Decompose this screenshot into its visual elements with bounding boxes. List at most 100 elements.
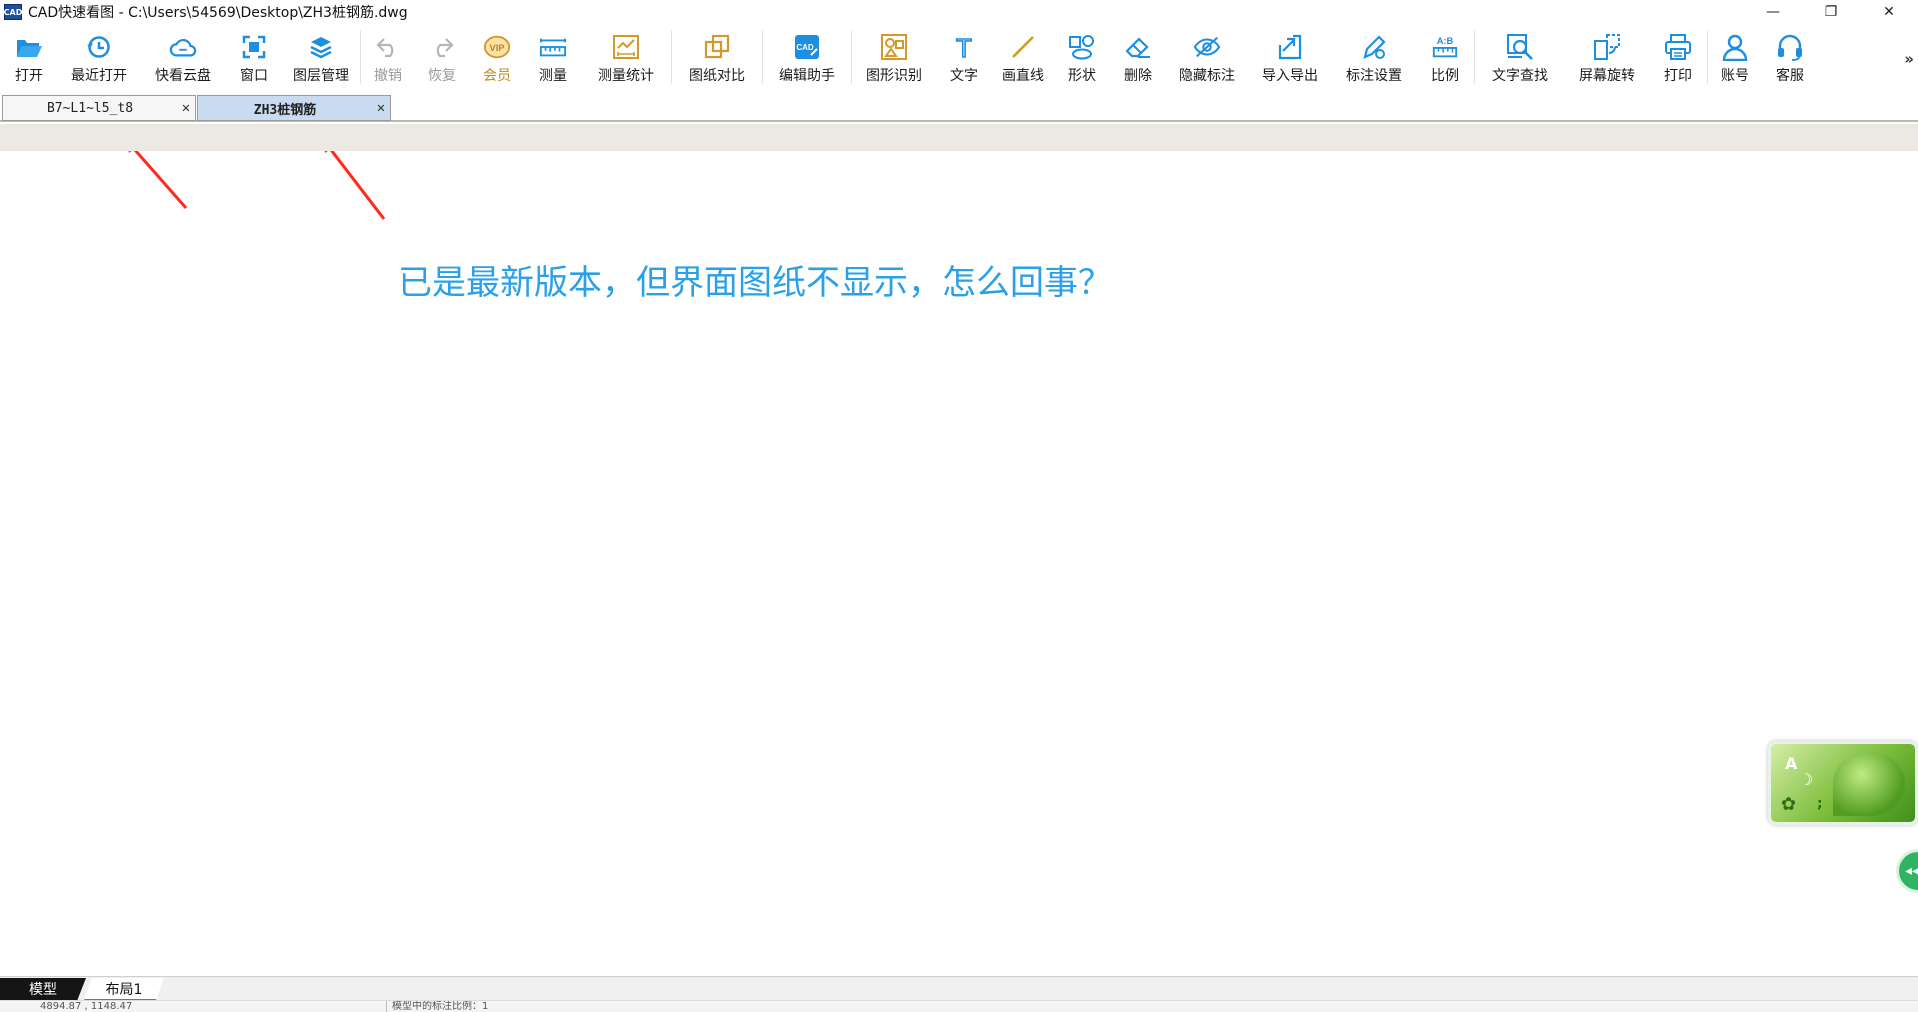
- annotation-settings-button[interactable]: 标注设置: [1332, 26, 1416, 88]
- eye-hidden-icon: [1193, 33, 1221, 61]
- tab-b7-l1-l5-t8[interactable]: B7~L1~l5_t8 ✕: [2, 95, 196, 121]
- shape-recognize-button[interactable]: 图形识别: [852, 26, 936, 88]
- minimize-icon: —: [1766, 4, 1780, 20]
- eraser-icon: [1124, 33, 1152, 61]
- redo-icon: [428, 33, 456, 61]
- cad-viewer-window: CAD CAD快速看图 - C:\Users\54569\Desktop\ZH3…: [0, 0, 1918, 1012]
- tab-model[interactable]: 模型: [0, 978, 86, 1000]
- folder-open-icon: [15, 33, 43, 61]
- redo-button[interactable]: 恢复: [415, 26, 469, 88]
- night-mode-icon[interactable]: ☽: [1799, 770, 1813, 789]
- restore-button[interactable]: ❐: [1802, 0, 1860, 24]
- window-controls: — ❐ ✕: [1744, 0, 1918, 24]
- annotation-scale-text: 模型中的标注比例：1: [392, 1001, 489, 1012]
- layout-tab-bar: 模型 布局1: [0, 976, 1918, 1000]
- edit-assistant-icon: CAD: [793, 33, 821, 61]
- shapes-button[interactable]: 形状: [1054, 26, 1110, 88]
- clock-history-icon: [85, 33, 113, 61]
- scale-icon: A:B: [1431, 33, 1459, 61]
- text-tool-button[interactable]: T 文字: [936, 26, 992, 88]
- compare-icon: [703, 33, 731, 61]
- print-button[interactable]: 打印: [1649, 26, 1707, 88]
- text-search-label: 文字查找: [1492, 68, 1548, 84]
- undo-label: 撤销: [374, 68, 402, 84]
- red-arrow-1: [133, 151, 188, 209]
- open-button[interactable]: 打开: [0, 26, 58, 88]
- text-search-button[interactable]: 文字查找: [1475, 26, 1565, 88]
- measure-stats-label: 测量统计: [598, 68, 654, 84]
- delete-button[interactable]: 删除: [1110, 26, 1166, 88]
- scale-label: 比例: [1431, 68, 1459, 84]
- rotate-screen-icon: [1593, 33, 1621, 61]
- text-icon: T: [950, 33, 978, 61]
- tab-label: B7~L1~l5_t8: [46, 100, 134, 116]
- minimize-button[interactable]: —: [1744, 0, 1802, 24]
- rotate-screen-button[interactable]: 屏幕旋转: [1565, 26, 1649, 88]
- leaf-decoration-icon: [1833, 752, 1905, 816]
- open-label: 打开: [15, 68, 43, 84]
- customer-service-button[interactable]: 客服: [1762, 26, 1818, 88]
- hide-annotation-button[interactable]: 隐藏标注: [1166, 26, 1248, 88]
- drawing-compare-button[interactable]: 图纸对比: [672, 26, 762, 88]
- layer-manager-button[interactable]: 图层管理: [282, 26, 360, 88]
- import-export-icon: [1276, 33, 1304, 61]
- measure-stats-button[interactable]: 测量统计: [581, 26, 671, 88]
- annotation-arrows: [128, 151, 386, 220]
- cursor-coordinates: 4894.87 , 1148.47: [40, 1001, 133, 1012]
- printer-icon: [1664, 33, 1692, 61]
- account-label: 账号: [1721, 68, 1749, 84]
- annotation-settings-icon: [1360, 33, 1388, 61]
- recent-open-button[interactable]: 最近打开: [58, 26, 140, 88]
- window-button[interactable]: 窗口: [226, 26, 282, 88]
- collapse-panel-button[interactable]: ◂◂: [1896, 849, 1918, 893]
- toolbar-overflow-button[interactable]: »: [1904, 50, 1914, 68]
- edit-assistant-badge: CAD: [796, 43, 814, 52]
- cloud-drive-button[interactable]: 快看云盘: [140, 26, 226, 88]
- app-logo-text: CAD: [3, 7, 23, 17]
- drawing-canvas[interactable]: 已是最新版本，但界面图纸不显示，怎么回事？ A ☽ ✿ ; ◂◂: [0, 151, 1918, 976]
- delete-label: 删除: [1124, 68, 1152, 84]
- layers-icon: [307, 33, 335, 61]
- drawing-compare-label: 图纸对比: [689, 68, 745, 84]
- ruler-icon: [539, 33, 567, 61]
- rotate-screen-label: 屏幕旋转: [1579, 68, 1635, 84]
- shape-recognize-icon: [880, 33, 908, 61]
- main-toolbar: 打开 最近打开 快看云盘 窗口 图层管理 撤销 恢复 VIP 会员 测量 测量统…: [0, 26, 1918, 88]
- undo-button[interactable]: 撤销: [361, 26, 415, 88]
- scale-badge-text: A:B: [1437, 36, 1454, 46]
- tab-zh3-pile-rebar[interactable]: ZH3桩钢筋 ✕: [197, 95, 391, 121]
- vip-badge-text: VIP: [489, 43, 504, 53]
- hide-annotation-label: 隐藏标注: [1179, 68, 1235, 84]
- title-bar: CAD CAD快速看图 - C:\Users\54569\Desktop\ZH3…: [0, 0, 1918, 24]
- recent-open-label: 最近打开: [71, 68, 127, 84]
- vip-badge-icon: VIP: [483, 33, 511, 61]
- headset-icon: [1776, 33, 1804, 61]
- account-button[interactable]: 账号: [1708, 26, 1762, 88]
- vip-member-button[interactable]: VIP 会员: [469, 26, 525, 88]
- font-toggle-icon[interactable]: A: [1785, 754, 1797, 773]
- tab-layout1[interactable]: 布局1: [84, 978, 164, 1000]
- scale-button[interactable]: A:B 比例: [1416, 26, 1474, 88]
- shapes-icon: [1068, 33, 1096, 61]
- draw-line-label: 画直线: [1002, 68, 1044, 84]
- line-icon: [1009, 33, 1037, 61]
- close-window-button[interactable]: ✕: [1860, 0, 1918, 24]
- measure-label: 测量: [539, 68, 567, 84]
- measure-button[interactable]: 测量: [525, 26, 581, 88]
- draw-line-button[interactable]: 画直线: [992, 26, 1054, 88]
- import-export-button[interactable]: 导入导出: [1248, 26, 1332, 88]
- text-tool-label: 文字: [950, 68, 978, 84]
- widget-semicolon-icon: ;: [1817, 796, 1823, 812]
- measure-stats-icon: [612, 33, 640, 61]
- window-label: 窗口: [240, 68, 268, 84]
- floating-theme-widget[interactable]: A ☽ ✿ ;: [1768, 741, 1918, 825]
- import-export-label: 导入导出: [1262, 68, 1318, 84]
- tab-close-button[interactable]: ✕: [372, 100, 390, 116]
- edit-assistant-button[interactable]: CAD 编辑助手: [763, 26, 851, 88]
- window-fit-icon: [240, 33, 268, 61]
- question-annotation: 已是最新版本，但界面图纸不显示，怎么回事？: [398, 263, 1112, 303]
- redo-label: 恢复: [428, 68, 456, 84]
- settings-gear-icon[interactable]: ✿: [1781, 794, 1796, 815]
- tab-close-button[interactable]: ✕: [177, 100, 195, 116]
- vip-label: 会员: [483, 68, 511, 84]
